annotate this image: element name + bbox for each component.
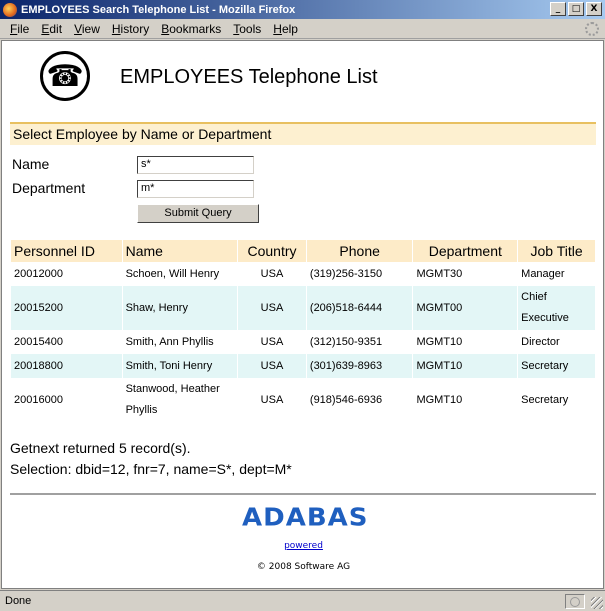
cell-personnel-id: 20018800 (11, 354, 122, 378)
cell-job-title: Manager (521, 267, 565, 280)
cell-department: MGMT30 (416, 267, 463, 280)
cell-personnel-id: 20015200 (11, 286, 122, 330)
menu-tools[interactable]: Tools (233, 22, 261, 36)
cell-country: USA (260, 393, 284, 406)
table-row: 20012000 Schoen, Will Henry USA (319)256… (11, 262, 595, 286)
cell-phone: (319)256-3150 (309, 267, 383, 280)
table-header-row: Personnel ID Name Country Phone Departme… (11, 240, 595, 262)
department-input[interactable]: m* (137, 180, 254, 198)
column-header-name: Name (122, 240, 238, 262)
cell-department: MGMT10 (416, 335, 463, 348)
table-row: 20018800 Smith, Toni Henry USA (301)639-… (11, 354, 595, 378)
page-title: EMPLOYEES Telephone List (120, 66, 378, 88)
column-header-job-title: Job Title (518, 240, 595, 262)
cell-country: USA (260, 335, 284, 348)
column-header-personnel-id: Personnel ID (11, 240, 122, 262)
window-controls: _ □ X (550, 2, 602, 16)
menu-view[interactable]: View (74, 22, 100, 36)
column-header-phone: Phone (306, 240, 413, 262)
cell-name: Stanwood, Heather Phyllis (125, 383, 220, 416)
cell-country: USA (260, 267, 284, 280)
selection-summary: Selection: dbid=12, fnr=7, name=S*, dept… (10, 461, 292, 477)
cell-job-title: Secretary (518, 354, 595, 378)
cell-personnel-id: 20012000 (14, 267, 63, 280)
cell-phone: (918)546-6936 (309, 393, 383, 406)
cell-phone: (301)639-8963 (306, 354, 413, 378)
cell-job-title: Director (521, 335, 560, 348)
table-row: 20015400 Smith, Ann Phyllis USA (312)150… (11, 330, 595, 354)
resize-grip-icon[interactable] (591, 597, 603, 609)
security-status-icon (570, 596, 580, 607)
cell-name: Smith, Ann Phyllis (125, 335, 214, 348)
cell-department: MGMT10 (416, 393, 463, 406)
telephone-icon: ☎ (40, 51, 90, 101)
column-header-country: Country (238, 240, 306, 262)
powered-link[interactable]: powered (2, 541, 603, 551)
adabas-logo: ADABAS (242, 503, 369, 533)
window-title-bar: EMPLOYEES Search Telephone List - Mozill… (0, 0, 605, 19)
menu-bookmarks[interactable]: Bookmarks (161, 22, 221, 36)
name-input[interactable]: s* (137, 156, 254, 174)
firefox-icon (3, 2, 17, 17)
status-text: Done (5, 595, 32, 607)
window-title: EMPLOYEES Search Telephone List - Mozill… (21, 3, 296, 16)
cell-personnel-id: 20016000 (14, 393, 63, 406)
cell-phone: (312)150-9351 (309, 335, 383, 348)
status-bar: Done (0, 590, 605, 611)
menu-edit[interactable]: Edit (41, 22, 62, 36)
cell-phone: (206)518-6444 (306, 286, 413, 330)
section-heading: Select Employee by Name or Department (10, 122, 596, 145)
copyright-text: © 2008 Software AG (256, 562, 351, 572)
cell-country: USA (238, 286, 306, 330)
menu-file[interactable]: File (10, 22, 29, 36)
close-button[interactable]: X (586, 2, 602, 16)
records-summary: Getnext returned 5 record(s). (10, 440, 191, 456)
cell-department: MGMT00 (413, 286, 518, 330)
department-label: Department (12, 180, 86, 196)
cell-department: MGMT10 (413, 354, 518, 378)
status-pane (565, 594, 585, 609)
cell-name: Shaw, Henry (122, 286, 238, 330)
menu-history[interactable]: History (112, 22, 149, 36)
cell-personnel-id: 20015400 (14, 335, 63, 348)
minimize-button[interactable]: _ (550, 2, 566, 16)
page-content: ☎ EMPLOYEES Telephone List Select Employ… (1, 40, 604, 589)
column-header-department: Department (413, 240, 518, 262)
cell-name: Smith, Toni Henry (122, 354, 238, 378)
activity-throbber-icon (585, 22, 599, 36)
cell-job-title: Secretary (521, 393, 569, 406)
divider (10, 493, 596, 495)
cell-country: USA (238, 354, 306, 378)
cell-job-title: Chief Executive (518, 286, 595, 330)
cell-name: Schoen, Will Henry (125, 267, 220, 280)
table-row: 20015200 Shaw, Henry USA (206)518-6444 M… (11, 286, 595, 330)
employee-table: Personnel ID Name Country Phone Departme… (10, 240, 596, 422)
submit-query-button[interactable]: Submit Query (137, 204, 259, 223)
menu-bar: File Edit View History Bookmarks Tools H… (0, 19, 605, 39)
name-label: Name (12, 156, 50, 172)
menu-help[interactable]: Help (273, 22, 298, 36)
maximize-button[interactable]: □ (568, 2, 584, 16)
table-row: 20016000 Stanwood, Heather Phyllis USA (… (11, 378, 595, 422)
